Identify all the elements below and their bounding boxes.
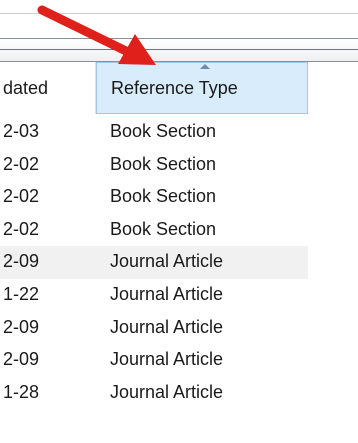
column-header-updated-label: dated xyxy=(3,77,49,98)
cell-reference-type: Journal Article xyxy=(110,349,224,370)
table-row[interactable]: 2-03 Book Section xyxy=(0,116,358,149)
cell-reference-type: Journal Article xyxy=(110,316,224,337)
cell-date-updated: 2-02 xyxy=(3,186,40,207)
cell-reference-type: Journal Article xyxy=(110,251,224,272)
cell-date-updated: 1-22 xyxy=(3,283,40,304)
cell-date-updated: 2-03 xyxy=(3,121,40,141)
cell-reference-type: Journal Article xyxy=(110,381,224,402)
cell-reference-type: Book Section xyxy=(110,121,217,141)
table-row[interactable]: 2-09 Journal Article xyxy=(0,344,358,377)
column-header-reference-type[interactable]: Reference Type xyxy=(96,62,308,114)
table-row[interactable]: 1-22 Journal Article xyxy=(0,279,358,312)
table-row[interactable]: 2-02 Book Section xyxy=(0,214,358,247)
table-row[interactable]: 2-02 Book Section xyxy=(0,149,358,182)
cell-reference-type: Book Section xyxy=(110,153,217,174)
cell-reference-type: Book Section xyxy=(110,186,217,207)
cell-date-updated: 2-02 xyxy=(3,153,40,174)
table-row[interactable]: 2-02 Book Section xyxy=(0,181,358,214)
column-header-updated[interactable]: dated xyxy=(0,62,96,114)
cell-date-updated: 2-09 xyxy=(3,316,40,337)
cell-date-updated: 1-28 xyxy=(3,381,40,402)
table-row[interactable]: 2-09 Journal Article xyxy=(0,246,308,279)
cell-reference-type: Book Section xyxy=(110,218,217,239)
cell-date-updated: 2-09 xyxy=(3,349,40,370)
column-header-reference-type-label: Reference Type xyxy=(111,77,238,98)
sort-ascending-icon xyxy=(200,64,210,69)
reference-list-view: dated Reference Type 2-03 Book Section 2… xyxy=(0,0,358,443)
cell-reference-type: Journal Article xyxy=(110,283,224,304)
table-row[interactable]: 2-09 Journal Article xyxy=(0,312,358,345)
column-header-row: dated Reference Type xyxy=(0,62,358,114)
column-toolbar-strip xyxy=(0,38,358,62)
table-row[interactable]: 1-28 Journal Article xyxy=(0,377,358,410)
top-divider xyxy=(0,0,358,14)
cell-date-updated: 2-02 xyxy=(3,218,40,239)
cell-date-updated: 2-09 xyxy=(3,251,40,272)
reference-rows: 2-03 Book Section 2-02 Book Section 2-02… xyxy=(0,116,358,409)
